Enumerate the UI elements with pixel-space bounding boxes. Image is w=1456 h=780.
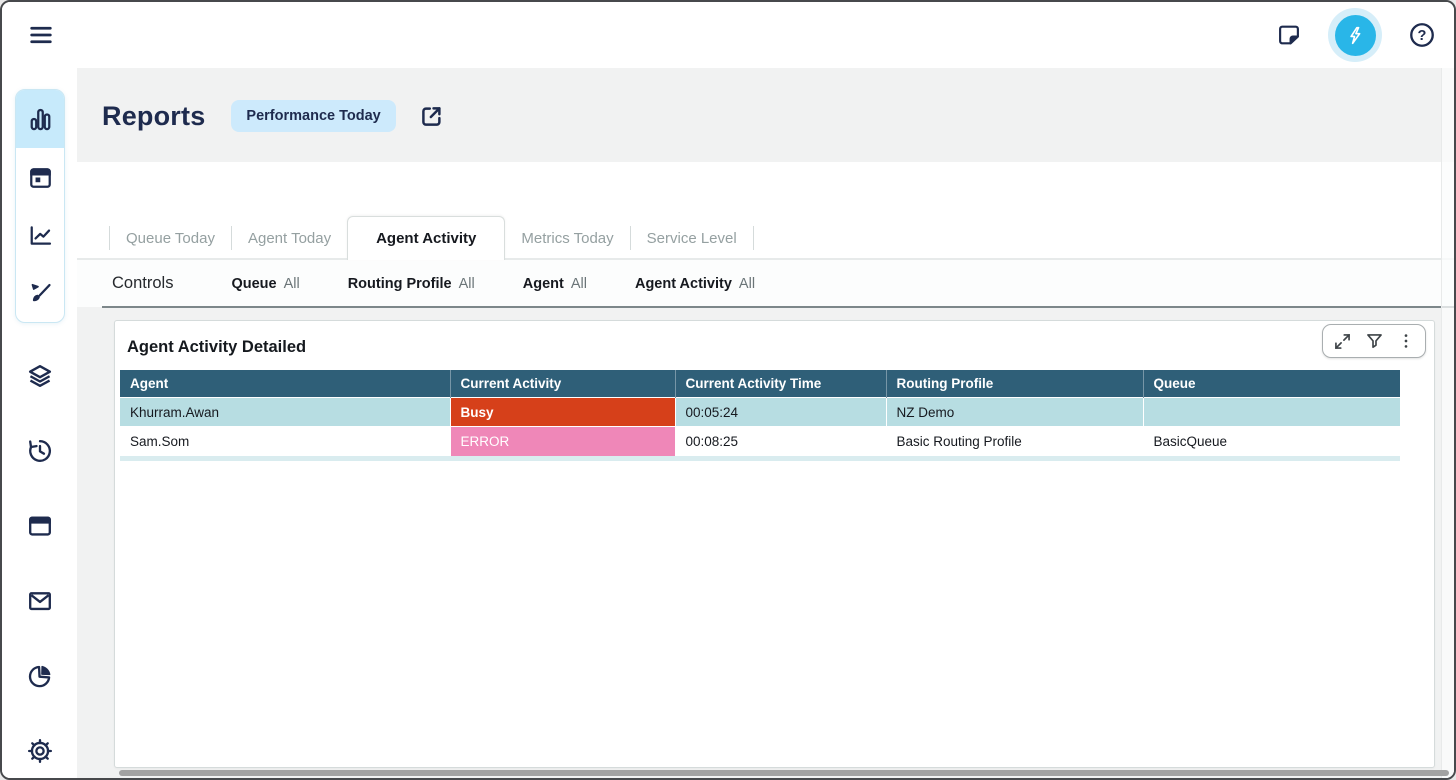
card-toolbar	[1322, 324, 1426, 358]
table-title: Agent Activity Detailed	[127, 338, 1434, 357]
filter-routing-profile[interactable]: Routing Profile All	[348, 276, 475, 292]
layers-icon	[26, 362, 54, 390]
browser-icon	[26, 512, 54, 540]
page-title: Reports	[102, 101, 205, 132]
filter-value: All	[459, 276, 475, 292]
sidebar-item-customize[interactable]	[16, 264, 64, 322]
column-header-routing-profile[interactable]: Routing Profile	[886, 370, 1143, 398]
settings-icon	[26, 737, 54, 765]
report-panel: Queue Today Agent Today Agent Activity M…	[77, 162, 1454, 307]
note-icon[interactable]	[1276, 22, 1302, 48]
report-name-badge: Performance Today	[231, 100, 395, 132]
bar-chart-icon	[27, 106, 54, 133]
agent-activity-table: Agent Current Activity Current Activity …	[120, 370, 1400, 456]
controls-bar: Controls Queue All Routing Profile All A…	[77, 260, 1454, 307]
sidebar-item-history[interactable]	[2, 413, 77, 488]
cell-activity-time: 00:05:24	[675, 398, 886, 427]
filter-funnel-icon[interactable]	[1362, 329, 1386, 353]
cell-activity-time: 00:08:25	[675, 427, 886, 456]
filter-agent-activity[interactable]: Agent Activity All	[635, 276, 755, 292]
column-header-queue[interactable]: Queue	[1143, 370, 1400, 398]
filter-name: Routing Profile	[348, 276, 452, 292]
calendar-icon	[27, 164, 54, 191]
controls-label: Controls	[112, 274, 173, 293]
section-divider	[102, 306, 1454, 308]
cell-queue	[1143, 398, 1400, 427]
expand-icon[interactable]	[1330, 329, 1354, 353]
table-footer-strip	[120, 456, 1400, 461]
tab-queue-today[interactable]: Queue Today	[110, 216, 231, 260]
lightning-button-halo	[1328, 8, 1382, 62]
cell-routing-profile: NZ Demo	[886, 398, 1143, 427]
history-icon	[26, 437, 54, 465]
column-header-current-activity-time[interactable]: Current Activity Time	[675, 370, 886, 398]
app-window: ?	[0, 0, 1456, 780]
brush-icon	[27, 280, 54, 307]
cell-routing-profile: Basic Routing Profile	[886, 427, 1143, 456]
filter-value: All	[571, 276, 587, 292]
filter-name: Agent	[523, 276, 564, 292]
filter-name: Agent Activity	[635, 276, 732, 292]
tab-agent-today[interactable]: Agent Today	[232, 216, 347, 260]
mail-icon	[26, 587, 54, 615]
sidebar-item-browser[interactable]	[2, 488, 77, 563]
external-link-icon[interactable]	[418, 103, 445, 130]
sidebar-item-mail[interactable]	[2, 563, 77, 638]
sidebar-item-scheduled-reports[interactable]	[16, 148, 64, 206]
tab-metrics-today[interactable]: Metrics Today	[505, 216, 629, 260]
sidebar-item-dashboards[interactable]	[16, 90, 64, 148]
cell-current-activity: Busy	[450, 398, 675, 427]
help-icon[interactable]: ?	[1408, 21, 1436, 49]
lightning-icon[interactable]	[1335, 15, 1376, 56]
cell-agent: Khurram.Awan	[120, 398, 450, 427]
sidebar-item-settings[interactable]	[2, 713, 77, 780]
table-row: Khurram.Awan Busy 00:05:24 NZ Demo	[120, 398, 1400, 427]
sidebar-report-group	[15, 89, 65, 323]
sidebar	[2, 68, 77, 778]
kebab-menu-icon[interactable]	[1394, 329, 1418, 353]
table-header-row: Agent Current Activity Current Activity …	[120, 370, 1400, 398]
topbar-actions: ?	[1276, 2, 1436, 68]
tab-agent-activity[interactable]: Agent Activity	[347, 216, 505, 260]
sidebar-item-metrics[interactable]	[16, 206, 64, 264]
pie-chart-icon	[26, 662, 54, 690]
top-bar: ?	[2, 2, 1454, 68]
horizontal-scrollbar-thumb[interactable]	[119, 770, 1449, 776]
filter-queue[interactable]: Queue All	[231, 276, 299, 292]
sidebar-item-layers[interactable]	[2, 338, 77, 413]
filter-agent[interactable]: Agent All	[523, 276, 587, 292]
report-card: Agent Activity Detailed Agent Current Ac…	[114, 320, 1435, 768]
page-header: Reports Performance Today	[102, 98, 445, 134]
cell-agent: Sam.Som	[120, 427, 450, 456]
filter-value: All	[284, 276, 300, 292]
line-chart-icon	[27, 222, 54, 249]
report-tabs: Queue Today Agent Today Agent Activity M…	[77, 216, 1454, 260]
tab-separator	[753, 226, 754, 250]
filter-value: All	[739, 276, 755, 292]
column-header-current-activity[interactable]: Current Activity	[450, 370, 675, 398]
menu-icon[interactable]	[26, 20, 58, 50]
column-header-agent[interactable]: Agent	[120, 370, 450, 398]
main-content: Reports Performance Today Queue Today Ag…	[77, 68, 1454, 778]
tab-service-level[interactable]: Service Level	[631, 216, 753, 260]
filter-name: Queue	[231, 276, 276, 292]
svg-text:?: ?	[1418, 28, 1427, 44]
vertical-scrollbar-track	[1441, 68, 1454, 778]
table-row: Sam.Som ERROR 00:08:25 Basic Routing Pro…	[120, 427, 1400, 456]
sidebar-item-pie[interactable]	[2, 638, 77, 713]
cell-current-activity: ERROR	[450, 427, 675, 456]
cell-queue: BasicQueue	[1143, 427, 1400, 456]
